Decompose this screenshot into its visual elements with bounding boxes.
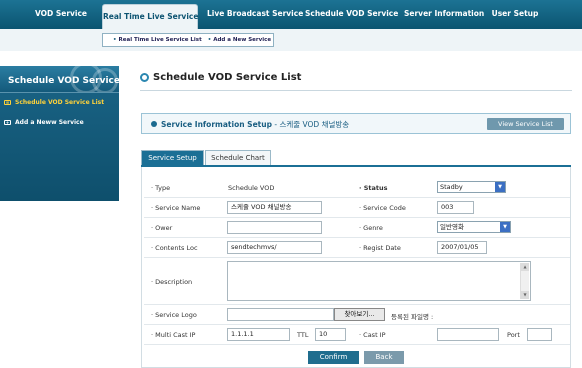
page-title-text: Schedule VOD Service List: [153, 72, 302, 83]
row-divider: [144, 257, 570, 258]
service-code-input[interactable]: 003: [437, 201, 474, 214]
description-textarea[interactable]: ▲ ▼: [227, 261, 531, 301]
service-info-label: Service Information Setup - 스케줄 VOD 채널방송: [161, 120, 350, 129]
status-select[interactable]: Stadby ▼: [437, 181, 506, 193]
sidebar-title-bar: Schedule VOD Service: [0, 66, 119, 93]
add-icon: +: [4, 120, 11, 125]
service-logo-label: · Service Logo: [151, 311, 197, 319]
contents-loc-input[interactable]: sendtechmvs/: [227, 241, 322, 254]
contents-loc-label: · Contents Loc: [151, 244, 198, 252]
service-info-name: 스케줄 VOD 채널방송: [279, 120, 350, 129]
row-divider: [144, 217, 570, 218]
back-button[interactable]: Back: [364, 351, 404, 364]
title-divider: [140, 90, 572, 91]
status-label: · Status: [359, 184, 388, 192]
genre-select[interactable]: 일반영화 ▼: [437, 221, 511, 233]
scroll-down-icon[interactable]: ▼: [521, 291, 529, 299]
tab-live-broadcast-service[interactable]: Live Broadcast Service: [207, 0, 303, 29]
service-code-label: · Service Code: [359, 204, 406, 212]
subnav-link-add[interactable]: • Add a New Service: [208, 37, 271, 43]
row-divider: [144, 304, 570, 305]
subnav-band: [0, 29, 582, 51]
tab-schedule-vod-service[interactable]: Schedule VOD Service: [305, 0, 398, 29]
port-label: Port: [507, 331, 520, 339]
subnav: • Real Time Live Service List • Add a New …: [102, 33, 274, 47]
scroll-up-icon[interactable]: ▲: [521, 263, 529, 271]
list-icon: ≡: [4, 100, 11, 105]
subnav-link-list[interactable]: • Real Time Live Service List: [113, 37, 202, 43]
port-input[interactable]: [527, 328, 552, 341]
sidebar-title: Schedule VOD Service: [8, 76, 119, 86]
sidebar-item-label: Schedule VOD Service List: [15, 99, 105, 106]
type-value: Schedule VOD: [228, 184, 275, 192]
row-divider: [144, 237, 570, 238]
genre-label: · Genre: [359, 224, 383, 232]
sidebar-item-schedule-vod-list[interactable]: ≡ Schedule VOD Service List: [4, 99, 104, 106]
multicast-ip-input[interactable]: 1.1.1.1: [227, 328, 290, 341]
tab-vod-service[interactable]: VOD Service: [32, 0, 90, 29]
service-name-input[interactable]: 스케쥴 VOD 채널방송: [227, 201, 322, 214]
tab-user-setup[interactable]: User Setup: [491, 0, 539, 29]
row-divider: [144, 344, 570, 345]
regist-date-input[interactable]: 2007/01/05: [437, 241, 487, 254]
ttl-label: TTL: [297, 331, 309, 339]
sidebar: Schedule VOD Service ≡ Schedule VOD Serv…: [0, 66, 119, 201]
sidebar-item-label: Add a Neww Service: [15, 119, 84, 126]
page-title: Schedule VOD Service List: [140, 72, 301, 83]
ring-icon: [140, 73, 149, 82]
view-service-list-button[interactable]: View Service List: [487, 118, 564, 130]
ttl-input[interactable]: 10: [315, 328, 346, 341]
row-divider: [144, 197, 570, 198]
chevron-down-icon: ▼: [500, 222, 510, 232]
registered-file-label: 등록된 파일명 :: [391, 313, 434, 321]
cast-ip-input[interactable]: [437, 328, 499, 341]
type-label: · Type: [151, 184, 171, 192]
ower-input[interactable]: [227, 221, 322, 234]
tab-real-time-live-service[interactable]: Real Time Live Service: [102, 4, 198, 32]
service-info-header: Service Information Setup - 스케줄 VOD 채널방송…: [141, 113, 571, 134]
ower-label: · Ower: [151, 224, 173, 232]
tab-schedule-chart[interactable]: Schedule Chart: [205, 150, 271, 165]
scrollbar[interactable]: ▲ ▼: [520, 263, 529, 299]
service-logo-input[interactable]: [227, 308, 334, 321]
row-divider: [144, 324, 570, 325]
chevron-down-icon: ▼: [495, 182, 505, 192]
browse-button[interactable]: 찾아보기...: [334, 308, 385, 321]
regist-date-label: · Regist Date: [359, 244, 401, 252]
confirm-button[interactable]: Confirm: [308, 351, 359, 364]
cast-ip-label: · Cast IP: [359, 331, 386, 339]
multicast-ip-label: · Multi Cast IP: [151, 331, 196, 339]
service-name-label: · Service Name: [151, 204, 201, 212]
bullet-icon: [151, 121, 157, 127]
top-navigation: VOD Service Real Time Live Service Live …: [0, 0, 582, 32]
tab-server-information[interactable]: Server Information: [404, 0, 484, 29]
description-label: · Description: [151, 278, 193, 286]
sidebar-item-add-service[interactable]: + Add a Neww Service: [4, 119, 84, 126]
tab-service-setup[interactable]: Service Setup: [141, 150, 204, 165]
